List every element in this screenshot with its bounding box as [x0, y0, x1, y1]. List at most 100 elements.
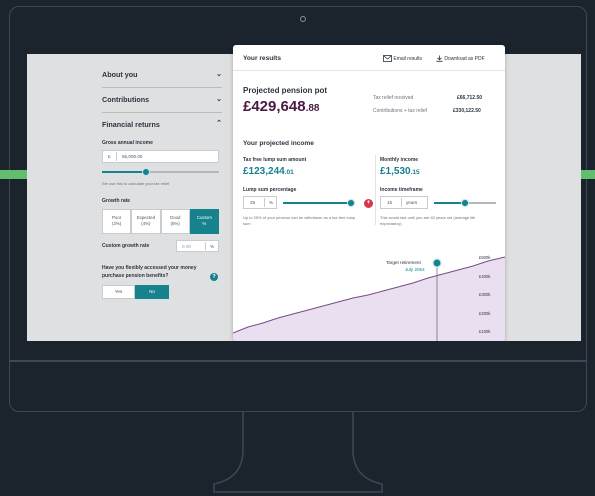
timeframe-value: 15 [387, 200, 393, 205]
pot-pounds: £429,648 [243, 98, 306, 115]
chevron-down-icon: ⌄ [216, 71, 222, 78]
growth-rate-options: Poor (2%) Expected (4%) Good (6%) Custom% [102, 209, 219, 234]
timeframe-field[interactable]: 15 years [380, 196, 428, 209]
target-date: July 2054 [405, 267, 425, 272]
growth-option[interactable]: Custom% [189, 209, 219, 234]
no-label: No [149, 289, 155, 294]
flexi-yes-button[interactable]: Yes [102, 285, 135, 299]
accent-stripe-right [581, 170, 595, 179]
monthly-income-value: £1,530.15 [380, 166, 420, 177]
timeframe-slider-handle[interactable] [461, 199, 469, 207]
calculator-form: About you ⌄ Contributions ⌄ Financial re… [27, 54, 232, 341]
tax-relief-value: £66,712.50 [457, 95, 483, 101]
income-hint: We use this to calculate your tax relief [102, 181, 170, 186]
chart-area [233, 257, 505, 341]
income-slider-handle[interactable] [142, 168, 151, 176]
field-divider [116, 152, 117, 161]
pot-label: Projected pension pot [243, 86, 328, 95]
target-label: Target retirement [386, 260, 421, 265]
timeframe-label: Income timeframe [380, 187, 423, 193]
monthly-pence: .15 [410, 169, 420, 176]
lump-pct-field[interactable]: 25 % [243, 196, 277, 209]
lump-sum-value: £123,244.01 [243, 166, 294, 177]
tax-relief-label: Tax relief received [373, 95, 414, 101]
lump-pct-value: 25 [250, 200, 256, 205]
growth-rate-label: Growth rate [102, 198, 131, 204]
divider [102, 112, 222, 113]
contrib-value: £330,122.50 [453, 108, 481, 114]
field-divider [401, 198, 402, 207]
download-icon [436, 55, 443, 62]
growth-option-rate: % [202, 221, 207, 226]
chart-tick-label: £500k [479, 255, 491, 260]
financial-returns-label: Financial returns [102, 120, 160, 129]
monthly-income-label: Monthly income [380, 157, 419, 163]
monthly-pounds: £1,530 [380, 166, 411, 177]
lump-pct-slider-fill [283, 202, 351, 204]
remove-icon[interactable]: + [364, 199, 373, 208]
chart-tick-label: £200k [479, 310, 491, 316]
email-results-link[interactable]: Email results [383, 55, 422, 62]
about-you-section[interactable]: About you ⌄ [102, 70, 222, 79]
target-marker-pin[interactable] [432, 258, 442, 268]
contributions-label: Contributions [102, 95, 150, 104]
income-divider [375, 155, 376, 225]
growth-option[interactable]: Good (6%) [160, 209, 190, 234]
yes-label: Yes [114, 289, 123, 294]
chevron-down-icon: ⌄ [216, 96, 222, 103]
chevron-up-icon: ⌃ [216, 120, 222, 127]
timeframe-slider[interactable] [434, 199, 496, 207]
results-header: Your results Email results Download as P… [233, 45, 505, 71]
app-screen: About you ⌄ Contributions ⌄ Financial re… [27, 28, 581, 341]
lump-pct-slider-handle[interactable] [347, 199, 355, 207]
custom-growth-value: 0.00 [182, 244, 191, 249]
download-pdf-link[interactable]: Download as PDF [436, 55, 485, 62]
percent-symbol: % [210, 244, 215, 249]
results-card: Your results Email results Download as P… [233, 45, 505, 341]
contributions-section[interactable]: Contributions ⌄ [102, 95, 222, 104]
monitor-scene: About you ⌄ Contributions ⌄ Financial re… [0, 0, 595, 496]
timeframe-unit: years [406, 200, 418, 205]
gross-income-value: 65,000.00 [122, 154, 143, 159]
pot-pence: .88 [305, 103, 320, 114]
pot-value: £429,648.88 [243, 98, 319, 115]
growth-option[interactable]: Expected (4%) [131, 209, 161, 234]
download-pdf-label: Download as PDF [444, 55, 485, 62]
lump-pct-unit: % [269, 200, 274, 205]
help-icon[interactable]: ? [210, 273, 218, 281]
growth-option-rate: (6%) [170, 221, 180, 226]
flexi-no-button[interactable]: No [135, 285, 169, 299]
income-slider[interactable] [102, 168, 219, 176]
gross-income-label: Gross annual income [102, 140, 153, 146]
lump-pct-label: Lump sum percentage [243, 187, 297, 193]
growth-option-rate: (4%) [141, 221, 151, 226]
field-divider [264, 198, 265, 207]
contrib-label: Contributions + tax relief [373, 108, 428, 114]
results-title: Your results [243, 55, 281, 62]
custom-growth-label: Custom growth rate [102, 243, 150, 249]
flexi-access-question: Have you flexibly accessed your money pu… [102, 265, 197, 279]
accent-stripe-left [0, 170, 27, 179]
income-heading: Your projected income [243, 140, 314, 147]
lump-sum-label: Tax free lump sum amount [243, 157, 307, 163]
email-icon [383, 55, 392, 62]
currency-symbol: £ [108, 154, 111, 159]
chart-tick-label: £300k [479, 292, 491, 297]
gross-income-field[interactable]: £ 65,000.00 [102, 150, 219, 163]
projection-chart [233, 256, 505, 341]
custom-growth-field[interactable]: 0.00 % [176, 240, 219, 252]
timeframe-hint: This would last until you are 82 years o… [380, 215, 476, 226]
field-divider [205, 242, 206, 250]
lump-pct-slider[interactable] [283, 199, 355, 207]
income-slider-fill [102, 171, 147, 173]
lump-hint: Up to 25% of your pension can be withdra… [243, 215, 356, 226]
divider [102, 87, 222, 88]
lump-sum-pence: .01 [284, 169, 294, 176]
growth-option-rate: (2%) [111, 221, 122, 226]
lump-sum-pounds: £123,244 [243, 166, 285, 177]
chart-tick-label: £100k [479, 329, 491, 334]
growth-option[interactable]: Poor (2%) [102, 209, 132, 234]
financial-returns-section[interactable]: Financial returns ⌃ [102, 120, 222, 129]
email-results-label: Email results [393, 55, 423, 62]
about-you-label: About you [102, 70, 138, 79]
